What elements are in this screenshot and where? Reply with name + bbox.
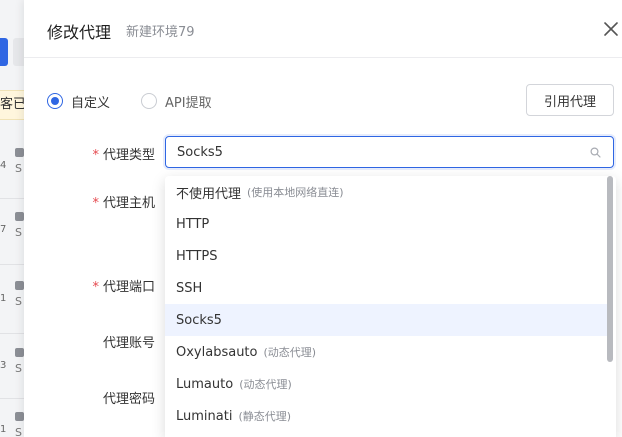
background-row: 7 S <box>0 212 24 239</box>
modal-title: 修改代理 <box>47 23 112 42</box>
background-row-icon <box>15 412 24 421</box>
option-label: 不使用代理 <box>176 186 242 202</box>
edit-proxy-modal: 修改代理 新建环境79 自定义 API提取 引用代理 * 代理类型 * 代理主机 *… <box>24 0 622 437</box>
proxy-type-dropdown: 不使用代理 (使用本地网络直连) HTTP HTTPS SSH Socks5 Ox… <box>165 176 616 437</box>
background-row-number: 7 <box>0 224 7 235</box>
background-row-letter: S <box>15 226 22 239</box>
background-row: 1 S <box>0 281 24 308</box>
proxy-account-label: 代理账号 <box>103 332 155 351</box>
proxy-type-label-text: 代理类型 <box>102 148 155 163</box>
search-icon <box>590 147 601 158</box>
background-row-letter: S <box>15 295 22 308</box>
background-row: 1 S <box>0 412 24 437</box>
required-mark: * <box>92 280 99 295</box>
cite-proxy-button[interactable]: 引用代理 <box>526 84 614 116</box>
option-label: Oxylabsauto <box>176 344 258 360</box>
background-row-number: 3 <box>0 360 7 371</box>
close-icon[interactable] <box>602 20 620 38</box>
dropdown-option-no-proxy[interactable]: 不使用代理 (使用本地网络直连) <box>165 176 608 208</box>
background-secondary-button <box>13 38 24 66</box>
option-label: HTTP <box>176 216 210 232</box>
required-mark: * <box>92 148 99 163</box>
proxy-port-label-text: 代理端口 <box>102 280 155 295</box>
background-row-letter: S <box>15 426 22 437</box>
proxy-host-label: * 代理主机 <box>92 192 155 211</box>
dropdown-option-ssh[interactable]: SSH <box>165 272 608 304</box>
proxy-type-value: Socks5 <box>177 145 223 160</box>
dropdown-option-https[interactable]: HTTPS <box>165 240 608 272</box>
proxy-password-label-text: 代理密码 <box>102 392 155 407</box>
divider <box>0 398 24 399</box>
divider <box>0 333 24 334</box>
background-row-number: 1 <box>0 293 7 304</box>
radio-custom-label: 自定义 <box>71 95 111 111</box>
background-row-letter: S <box>15 162 22 175</box>
dropdown-scrollbar[interactable] <box>607 176 613 362</box>
background-primary-button <box>0 38 8 66</box>
dropdown-option-lumauto[interactable]: Lumauto (动态代理) <box>165 368 608 400</box>
background-row-number: 4 <box>0 160 7 171</box>
option-label: Lumauto <box>176 376 234 392</box>
background-notice-text: 客已选 <box>0 97 24 112</box>
option-hint: (动态代理) <box>263 346 317 359</box>
background-row-icon <box>15 148 24 157</box>
dropdown-option-socks5[interactable]: Socks5 <box>165 304 608 336</box>
option-label: HTTPS <box>176 248 218 264</box>
background-row-letter: S <box>15 362 22 375</box>
option-hint: (动态代理) <box>239 378 292 391</box>
dropdown-option-luminati[interactable]: Luminati (静态代理) <box>165 400 608 432</box>
option-label: Socks5 <box>176 312 222 328</box>
divider <box>0 264 24 265</box>
dropdown-option-http[interactable]: HTTP <box>165 208 608 240</box>
background-row-icon <box>15 348 24 357</box>
option-hint: (静态代理) <box>238 410 292 423</box>
background-row-icon <box>15 281 24 290</box>
proxy-password-label: 代理密码 <box>103 388 155 407</box>
radio-api-extract[interactable]: API提取 <box>141 92 212 111</box>
required-mark: * <box>92 196 99 211</box>
radio-checked-icon <box>47 93 63 109</box>
radio-api-label: API提取 <box>165 95 212 111</box>
background-row: 3 S <box>0 348 24 375</box>
modal-header: 修改代理 新建环境79 <box>24 0 622 58</box>
option-label: Luminati <box>176 408 233 424</box>
option-label: SSH <box>176 280 203 296</box>
radio-unchecked-icon <box>141 93 157 109</box>
proxy-type-label: * 代理类型 <box>92 144 155 163</box>
background-row: 4 S <box>0 148 24 175</box>
modal-subtitle: 新建环境79 <box>126 25 195 40</box>
proxy-type-select[interactable]: Socks5 <box>165 136 614 168</box>
dropdown-option-oxylabsauto[interactable]: Oxylabsauto (动态代理) <box>165 336 608 368</box>
background-notice: 客已选 <box>0 90 24 120</box>
proxy-host-label-text: 代理主机 <box>102 196 155 211</box>
background-row-number: 1 <box>0 424 7 435</box>
proxy-account-label-text: 代理账号 <box>102 336 155 351</box>
proxy-port-label: * 代理端口 <box>92 276 155 295</box>
divider <box>0 198 24 199</box>
radio-custom[interactable]: 自定义 <box>47 92 111 111</box>
option-hint: (使用本地网络直连) <box>247 186 344 199</box>
background-row-icon <box>15 212 24 221</box>
